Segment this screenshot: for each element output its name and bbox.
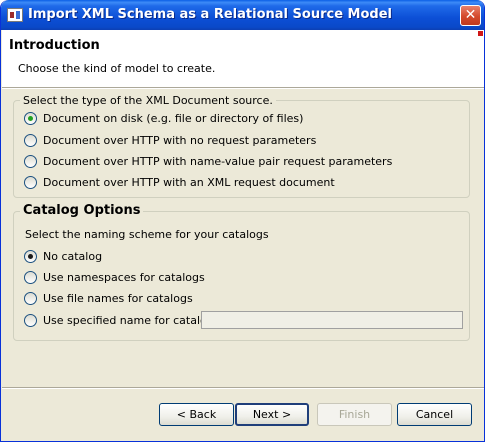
- finish-button[interactable]: Finish: [317, 403, 392, 426]
- radio-button[interactable]: [24, 270, 37, 284]
- radio-label: No catalog: [43, 249, 103, 263]
- radio-label: Document over HTTP with name-value pair …: [43, 154, 393, 168]
- xml-source-legend: Select the type of the XML Document sour…: [20, 94, 276, 107]
- header-corner-marker: [478, 31, 483, 36]
- radio-http-no-params[interactable]: Document over HTTP with no request param…: [24, 132, 316, 148]
- close-button[interactable]: ✕: [460, 5, 481, 26]
- radio-button[interactable]: [24, 291, 37, 305]
- radio-label: Use specified name for catalog:: [43, 313, 218, 327]
- cancel-button[interactable]: Cancel: [397, 403, 472, 426]
- radio-button[interactable]: [24, 154, 37, 168]
- radio-document-on-disk[interactable]: Document on disk (e.g. file or directory…: [24, 110, 303, 126]
- radio-no-catalog[interactable]: No catalog: [24, 248, 102, 264]
- page-description: Choose the kind of model to create.: [18, 62, 216, 75]
- radio-use-file-names[interactable]: Use file names for catalogs: [24, 290, 193, 306]
- radio-button-selected[interactable]: [24, 111, 37, 125]
- close-icon: ✕: [464, 7, 477, 23]
- next-button[interactable]: Next >: [235, 403, 309, 426]
- radio-http-xml-request[interactable]: Document over HTTP with an XML request d…: [24, 174, 335, 190]
- radio-label: Document over HTTP with no request param…: [43, 133, 317, 147]
- dialog-window: Import XML Schema as a Relational Source…: [0, 0, 485, 442]
- radio-button[interactable]: [24, 313, 37, 327]
- radio-label: Use file names for catalogs: [43, 291, 193, 305]
- app-icon: [7, 8, 23, 22]
- radio-http-name-value[interactable]: Document over HTTP with name-value pair …: [24, 153, 392, 169]
- radio-use-specified-name[interactable]: Use specified name for catalog:: [24, 312, 217, 328]
- back-button[interactable]: < Back: [159, 403, 234, 426]
- page-title: Introduction: [9, 38, 100, 53]
- title-bar[interactable]: Import XML Schema as a Relational Source…: [1, 0, 484, 30]
- radio-use-namespaces[interactable]: Use namespaces for catalogs: [24, 269, 205, 285]
- radio-button[interactable]: [24, 175, 37, 189]
- radio-label: Document over HTTP with an XML request d…: [43, 175, 335, 189]
- radio-button[interactable]: [24, 133, 37, 147]
- radio-label: Document on disk (e.g. file or directory…: [43, 111, 304, 125]
- catalog-name-input[interactable]: [201, 311, 463, 329]
- catalog-description: Select the naming scheme for your catalo…: [25, 228, 269, 241]
- wizard-header: Introduction Choose the kind of model to…: [2, 30, 484, 87]
- catalog-options-legend: Catalog Options: [20, 203, 144, 218]
- header-separator-highlight: [2, 88, 484, 89]
- window-title: Import XML Schema as a Relational Source…: [28, 7, 392, 22]
- footer-separator-highlight: [2, 388, 484, 389]
- radio-button-selected[interactable]: [24, 249, 37, 263]
- radio-label: Use namespaces for catalogs: [43, 270, 205, 284]
